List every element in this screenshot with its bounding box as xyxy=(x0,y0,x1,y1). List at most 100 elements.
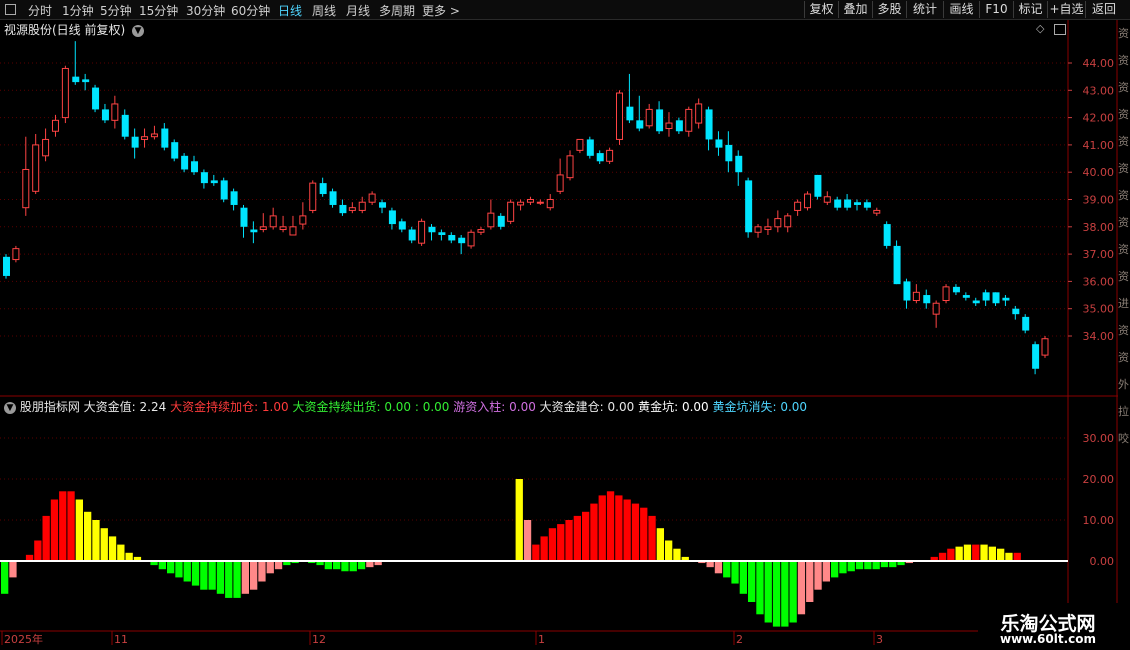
indicator-bar xyxy=(739,561,747,594)
candle-body-down xyxy=(735,155,743,173)
candle-body-down xyxy=(438,232,446,235)
candle-body-down xyxy=(656,109,664,132)
candle-body-down xyxy=(92,87,100,110)
candle-body-up xyxy=(764,226,772,231)
strip-char: 资 xyxy=(1118,216,1129,229)
candle-body-down xyxy=(240,207,248,227)
candle-body-up xyxy=(685,108,693,132)
diamond-icon[interactable]: ◇ xyxy=(1036,22,1044,35)
indicator-bar xyxy=(1,561,9,594)
indicator-name[interactable]: 股朋指标网 xyxy=(20,400,80,414)
value-tick-label: 30.00 xyxy=(1083,432,1115,445)
indicator-bar xyxy=(250,561,258,590)
date-label: 2 xyxy=(736,633,743,646)
candle-body-down xyxy=(497,215,505,227)
indicator-value: 黄金坑消失: 0.00 xyxy=(708,400,808,414)
candle-body-up xyxy=(51,119,59,132)
value-tick-label: 0.00 xyxy=(1090,555,1115,568)
candle-body-down xyxy=(458,237,466,244)
indicator-bar xyxy=(125,552,133,561)
candle-body-up xyxy=(546,199,554,209)
price-tick-label: 41.00 xyxy=(1083,139,1115,152)
candle-body-up xyxy=(695,103,703,124)
candle-body-down xyxy=(626,106,634,121)
watermark: 乐淘公式网 www.60lt.com xyxy=(978,603,1130,650)
candle-body-down xyxy=(883,224,891,246)
indicator-bar xyxy=(822,561,830,582)
candle-body-up xyxy=(477,229,485,233)
strip-char: 资 xyxy=(1118,189,1129,202)
indicator-bar xyxy=(606,491,615,561)
indicator-bar xyxy=(324,561,332,570)
candle-body-down xyxy=(1012,308,1020,315)
candle-body-down xyxy=(725,144,733,162)
indicator-header: ▼ 股朋指标网 大资金值: 2.24 大资金持续加仓: 1.00 大资金持续出货… xyxy=(4,398,807,415)
indicator-bar xyxy=(797,561,806,615)
candle-body-down xyxy=(1002,297,1010,301)
indicator-bar xyxy=(806,561,814,602)
chevron-down-icon[interactable]: ▼ xyxy=(4,401,16,414)
candle-body-up xyxy=(566,155,574,179)
candle-body-up xyxy=(22,168,30,209)
right-side-strip: 资资资资资资资资资资进资资外拉咬 xyxy=(1118,20,1130,630)
indicator-bar xyxy=(274,561,283,570)
candle-body-up xyxy=(259,226,267,231)
indicator-value: 大资金建仓: 0.00 xyxy=(535,400,635,414)
indicator-bar xyxy=(573,515,581,561)
indicator-bar xyxy=(341,561,349,572)
indicator-bar xyxy=(789,561,797,623)
indicator-bar xyxy=(582,511,590,561)
candle-body-down xyxy=(428,226,436,233)
strip-char: 资 xyxy=(1118,351,1129,364)
indicator-bar xyxy=(266,561,274,574)
price-tick-label: 34.00 xyxy=(1083,330,1115,343)
panel-toggle-icon[interactable] xyxy=(1054,24,1066,35)
indicator-bar xyxy=(515,479,523,561)
indicator-bar xyxy=(258,561,266,582)
price-tick-label: 36.00 xyxy=(1083,275,1115,288)
indicator-bar xyxy=(980,544,988,561)
candle-body-down xyxy=(863,202,871,208)
price-tick-label: 42.00 xyxy=(1083,112,1115,125)
candle-body-up xyxy=(536,201,544,204)
value-tick-label: 20.00 xyxy=(1083,473,1115,486)
strip-char: 资 xyxy=(1118,270,1129,283)
chart-title-text: 视源股份(日线 前复权) xyxy=(4,23,126,37)
candle-body-up xyxy=(804,193,812,209)
candle-body-up xyxy=(526,199,534,203)
price-tick-label: 39.00 xyxy=(1083,194,1115,207)
candle-body-down xyxy=(844,199,852,208)
candle-body-down xyxy=(675,120,683,132)
indicator-bar xyxy=(938,552,947,561)
strip-char: 外 xyxy=(1118,378,1129,391)
candle-body-up xyxy=(616,92,624,140)
indicator-bar xyxy=(615,495,623,561)
chevron-down-icon[interactable]: ▼ xyxy=(132,24,145,37)
strip-char: 咬 xyxy=(1118,432,1129,445)
indicator-bar xyxy=(333,561,341,570)
date-label: 3 xyxy=(876,633,883,646)
price-tick-label: 38.00 xyxy=(1083,221,1115,234)
indicator-bar xyxy=(349,561,357,572)
strip-char: 进 xyxy=(1118,297,1129,310)
candle-body-up xyxy=(645,108,653,127)
indicator-bar xyxy=(631,503,640,561)
candle-body-down xyxy=(339,204,347,214)
indicator-bar xyxy=(84,511,92,561)
indicator-bar xyxy=(67,491,75,561)
indicator-bar xyxy=(623,499,631,561)
candle-body-up xyxy=(487,212,495,228)
indicator-bar xyxy=(532,544,540,561)
indicator-bar xyxy=(947,548,955,561)
indicator-bar xyxy=(42,515,50,561)
indicator-bar xyxy=(640,507,648,561)
indicator-bar xyxy=(864,561,872,570)
price-tick-label: 40.00 xyxy=(1083,166,1115,179)
candle-body-down xyxy=(853,202,861,205)
candle-body-up xyxy=(299,215,307,225)
candle-body-up xyxy=(823,196,831,203)
chart-title[interactable]: 视源股份(日线 前复权) ▼ xyxy=(4,21,145,38)
candle-body-up xyxy=(467,231,475,247)
indicator-bar xyxy=(988,546,996,561)
candle-body-down xyxy=(745,180,753,233)
